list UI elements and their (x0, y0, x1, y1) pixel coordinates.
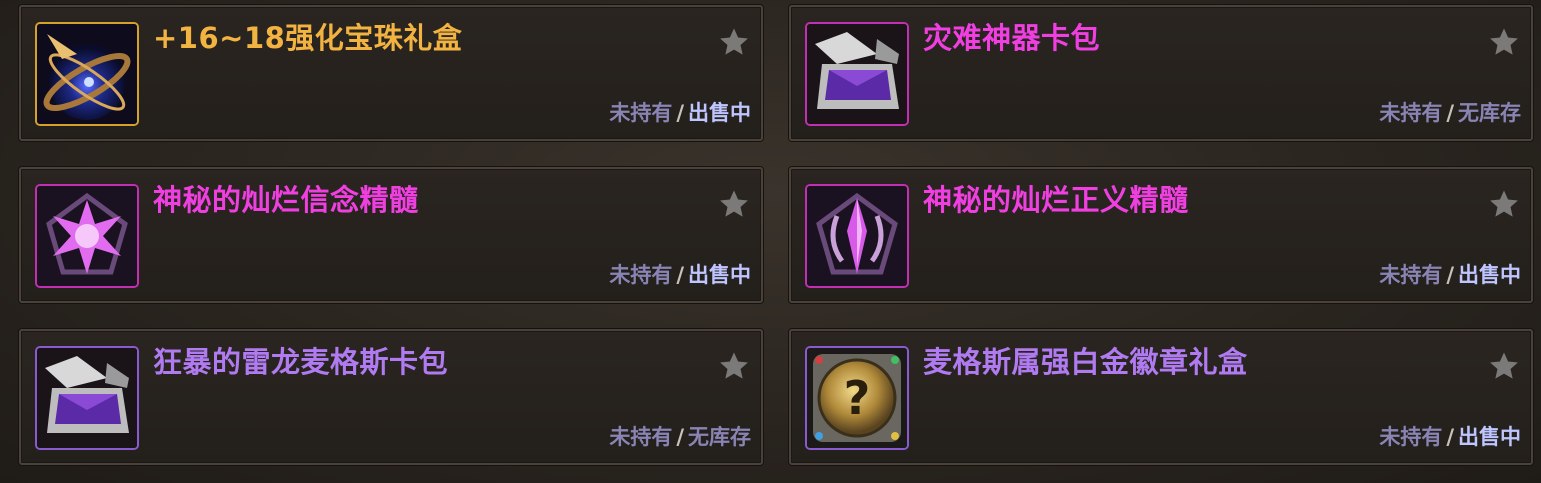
status-separator: / (1446, 425, 1454, 449)
ownership-status: 未持有 (1379, 425, 1443, 449)
crystal-essence-icon (805, 184, 909, 288)
status-separator: / (676, 263, 684, 287)
item-grid: +16~18强化宝珠礼盒 未持有/出售中 灾难神器卡包 未持有/无库存 (0, 0, 1541, 483)
orb-box-icon (35, 22, 139, 126)
ownership-status: 未持有 (609, 425, 673, 449)
status-line: 未持有 / 出售中 (609, 262, 751, 288)
item-card[interactable]: 神秘的灿烂信念精髓 未持有 / 出售中 (19, 167, 763, 303)
item-card[interactable]: 灾难神器卡包 未持有 / 无库存 (789, 5, 1533, 141)
star-icon[interactable] (1487, 349, 1521, 383)
item-title: 灾难神器卡包 (923, 21, 1101, 55)
item-card[interactable]: +16~18强化宝珠礼盒 未持有 / 出售中 (19, 5, 763, 141)
availability-status: 出售中 (688, 101, 751, 125)
star-icon[interactable] (1487, 187, 1521, 221)
status-separator: / (676, 101, 684, 125)
item-title: 神秘的灿烂信念精髓 (153, 183, 419, 217)
status-line: 未持有 / 出售中 (609, 100, 751, 126)
availability-status: 出售中 (1458, 263, 1521, 287)
star-icon[interactable] (717, 349, 751, 383)
item-card[interactable]: 神秘的灿烂正义精髓 未持有 / 出售中 (789, 167, 1533, 303)
status-line: 未持有 / 无库存 (609, 424, 751, 450)
availability-status: 出售中 (1458, 425, 1521, 449)
svg-text:?: ? (844, 371, 871, 425)
item-card[interactable]: 狂暴的雷龙麦格斯卡包 未持有 / 无库存 (19, 329, 763, 465)
availability-status: 无库存 (688, 425, 751, 449)
item-title: 神秘的灿烂正义精髓 (923, 183, 1189, 217)
status-line: 未持有 / 出售中 (1379, 262, 1521, 288)
item-title: 狂暴的雷龙麦格斯卡包 (153, 345, 449, 379)
status-line: 未持有 / 无库存 (1379, 100, 1521, 126)
card-pack-icon (805, 22, 909, 126)
star-icon[interactable] (717, 25, 751, 59)
availability-status: 无库存 (1458, 101, 1521, 125)
mystery-emblem-icon: ? (805, 346, 909, 450)
status-separator: / (1446, 101, 1454, 125)
status-separator: / (1446, 263, 1454, 287)
ownership-status: 未持有 (609, 101, 673, 125)
card-pack-icon (35, 346, 139, 450)
item-title: +16~18强化宝珠礼盒 (153, 21, 463, 55)
star-icon[interactable] (717, 187, 751, 221)
status-line: 未持有 / 出售中 (1379, 424, 1521, 450)
star-icon[interactable] (1487, 25, 1521, 59)
item-card[interactable]: ? 麦格斯属强白金徽章礼盒 未持有 / 出售中 (789, 329, 1533, 465)
ownership-status: 未持有 (609, 263, 673, 287)
availability-status: 出售中 (688, 263, 751, 287)
ownership-status: 未持有 (1379, 263, 1443, 287)
status-separator: / (676, 425, 684, 449)
star-essence-icon (35, 184, 139, 288)
ownership-status: 未持有 (1379, 101, 1443, 125)
item-title: 麦格斯属强白金徽章礼盒 (923, 345, 1248, 379)
